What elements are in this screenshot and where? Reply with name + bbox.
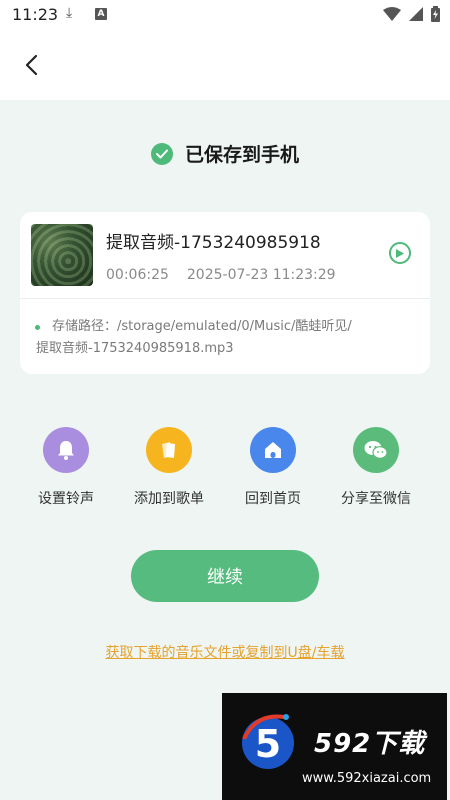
transfer-help-link[interactable]: 获取下载的音乐文件或复制到U盘/车载 <box>0 642 450 662</box>
share-wechat-label: 分享至微信 <box>341 491 411 507</box>
watermark-url: www.592xiazai.com <box>302 771 432 786</box>
status-time: 11:23 <box>12 5 59 24</box>
play-button[interactable] <box>389 242 411 264</box>
download-icon: ⤓ <box>66 5 73 21</box>
add-to-playlist-button[interactable]: 添加到歌单 <box>119 427 219 508</box>
check-circle-icon <box>150 142 173 165</box>
back-home-button[interactable]: 回到首页 <box>223 427 323 508</box>
saved-banner: 已保存到手机 <box>0 140 450 167</box>
main-content: 已保存到手机 提取音频-1753240985918 00:06:25 2025-… <box>0 100 450 800</box>
back-home-label: 回到首页 <box>245 491 301 507</box>
battery-icon <box>431 6 440 22</box>
track-duration: 00:06:25 <box>106 267 169 283</box>
wifi-icon <box>383 7 401 21</box>
signal-icon <box>409 7 423 21</box>
track-meta: 00:06:25 2025-07-23 11:23:29 <box>106 267 336 283</box>
track-title: 提取音频-1753240985918 <box>106 233 321 253</box>
storage-path: 存储路径：/storage/emulated/0/Music/酷蛙听见/ 提取音… <box>35 316 396 360</box>
back-button[interactable] <box>14 48 48 82</box>
playlist-add-icon <box>146 427 192 473</box>
set-ringtone-button[interactable]: 设置铃声 <box>16 427 116 508</box>
status-bar: 11:23 ⤓ A <box>0 0 450 30</box>
bell-icon <box>43 427 89 473</box>
watermark-logo: 5 592下载 www.592xiazai.com <box>222 693 447 800</box>
svg-text:5: 5 <box>255 722 281 766</box>
action-row: 设置铃声 添加到歌单 回到首页 分享至微信 <box>0 427 450 517</box>
app-notification-icon: A <box>95 8 107 20</box>
watermark-brand: 592下载 <box>314 729 426 759</box>
bullet-dot <box>35 325 40 330</box>
wechat-icon <box>353 427 399 473</box>
card-divider <box>20 298 430 299</box>
storage-path-file: 提取音频-1753240985918.mp3 <box>36 341 234 356</box>
share-wechat-button[interactable]: 分享至微信 <box>326 427 426 508</box>
continue-button[interactable]: 继续 <box>131 550 319 602</box>
play-icon <box>396 248 404 258</box>
set-ringtone-label: 设置铃声 <box>38 491 94 507</box>
chevron-left-icon <box>25 54 38 76</box>
storage-path-label: 存储路径：/storage/emulated/0/Music/酷蛙听见/ <box>52 319 352 334</box>
saved-text: 已保存到手机 <box>184 144 299 166</box>
add-to-playlist-label: 添加到歌单 <box>134 491 204 507</box>
track-thumbnail <box>31 224 93 286</box>
track-card: 提取音频-1753240985918 00:06:25 2025-07-23 1… <box>20 212 430 374</box>
watermark-emblem: 5 <box>242 714 294 769</box>
app-bar <box>0 30 450 100</box>
status-indicators <box>383 6 440 22</box>
track-timestamp: 2025-07-23 11:23:29 <box>186 267 336 283</box>
home-icon <box>250 427 296 473</box>
